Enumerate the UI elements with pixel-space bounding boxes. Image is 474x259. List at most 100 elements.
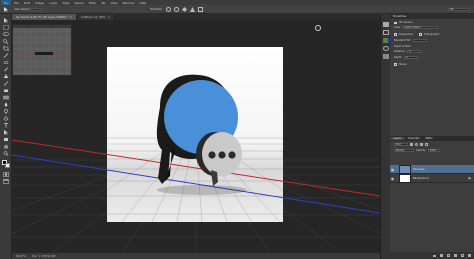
lasso-tool-icon[interactable] xyxy=(3,32,9,37)
history-brush-tool-icon[interactable] xyxy=(3,81,9,86)
orthographic-icon[interactable] xyxy=(418,33,422,36)
auto-select-label: Auto-Select: xyxy=(14,8,30,11)
rectangle-tool-icon[interactable] xyxy=(3,137,9,142)
styles-panel-icon[interactable] xyxy=(383,54,389,59)
gradient-tool-icon[interactable] xyxy=(3,95,9,100)
move-tool-icon[interactable] xyxy=(3,18,9,23)
adjustments-panel-icon[interactable] xyxy=(383,46,389,51)
new-group-icon[interactable] xyxy=(454,254,457,257)
3d-drag-icon[interactable] xyxy=(182,7,187,12)
layer-kind-dropdown[interactable]: Kind xyxy=(394,143,408,146)
trash-icon[interactable] xyxy=(468,254,471,257)
layer-thumbnail xyxy=(399,164,411,174)
history-panel-icon[interactable] xyxy=(383,22,389,27)
perspective-icon[interactable] xyxy=(394,33,397,36)
fov-dropdown[interactable] xyxy=(412,39,427,42)
quick-select-tool-icon[interactable] xyxy=(3,39,9,44)
link-layers-icon[interactable] xyxy=(433,254,436,257)
secondary-view-header[interactable] xyxy=(13,25,71,28)
eraser-tool-icon[interactable] xyxy=(3,88,9,93)
canvas-area[interactable] xyxy=(12,20,380,253)
menu-filter[interactable]: Filter xyxy=(89,1,96,5)
close-icon[interactable]: × xyxy=(108,16,110,19)
blend-mode-dropdown[interactable]: Normal xyxy=(394,149,414,152)
opacity-value: 100% xyxy=(429,149,437,152)
workspace-dropdown[interactable]: 3D xyxy=(448,8,470,11)
tab-layers[interactable]: Layers xyxy=(390,137,405,140)
3d-roll-icon[interactable] xyxy=(174,7,179,12)
crop-tool-icon[interactable] xyxy=(3,46,9,51)
depth-value: 0 xyxy=(406,56,408,59)
menu-window[interactable]: Window xyxy=(123,1,135,5)
eye-icon[interactable]: ◉ xyxy=(390,176,395,181)
menu-layer[interactable]: Layer xyxy=(49,1,57,5)
filter-pixel-icon[interactable] xyxy=(410,143,413,146)
3d-axis-widget-icon[interactable] xyxy=(315,25,321,31)
menu-image[interactable]: Image xyxy=(35,1,44,5)
marquee-tool-icon[interactable] xyxy=(3,25,9,30)
fx-icon[interactable] xyxy=(440,254,443,257)
zoom-tool-icon[interactable] xyxy=(3,151,9,156)
healing-brush-tool-icon[interactable] xyxy=(3,60,9,65)
close-icon[interactable]: × xyxy=(70,16,72,19)
menu-help[interactable]: Help xyxy=(139,1,146,5)
distance-value: 0 xyxy=(409,50,411,53)
menu-select[interactable]: Select xyxy=(75,1,84,5)
3d-mode-label: 3D Mode: xyxy=(150,8,163,11)
3d-rotate-icon[interactable] xyxy=(166,7,171,12)
right-panels: Properties 3D Camera View: Custom View 1… xyxy=(390,14,474,259)
perspective-label: Perspective xyxy=(399,33,413,36)
layer-filter-row: Kind xyxy=(394,143,428,146)
properties-panel-header[interactable]: Properties xyxy=(390,14,474,19)
menu-edit[interactable]: Edit xyxy=(24,1,30,5)
doc-info[interactable]: Doc: 1.37M/12.4M xyxy=(32,255,56,258)
type-tool-icon[interactable] xyxy=(3,123,9,128)
workspace-label: 3D xyxy=(450,8,454,11)
screen-mode-icon[interactable] xyxy=(3,179,9,184)
pen-tool-icon[interactable] xyxy=(3,116,9,121)
blur-tool-icon[interactable] xyxy=(3,102,9,107)
menu-3d[interactable]: 3D xyxy=(101,1,105,5)
3d-slide-icon[interactable] xyxy=(190,7,195,12)
3d-secondary-view[interactable] xyxy=(12,24,72,76)
orthographic-label: Orthographic xyxy=(423,33,440,36)
tab-paths[interactable]: Paths xyxy=(423,137,436,140)
tab-label: bg-3d.psd @ 66.7% (3D Layer, RGB/8) * xyxy=(16,15,68,19)
tab-channels[interactable]: Channels xyxy=(405,137,423,140)
opacity-field[interactable]: 100% xyxy=(427,149,440,152)
properties-panel-icon[interactable] xyxy=(383,30,389,35)
menu-type[interactable]: Type xyxy=(63,1,70,5)
view-label: View: xyxy=(394,26,401,29)
3d-scale-icon[interactable] xyxy=(198,7,203,12)
menu-file[interactable]: File xyxy=(14,1,19,5)
distance-field[interactable]: 0 xyxy=(407,50,422,53)
camera-icon xyxy=(394,21,397,24)
path-selection-tool-icon[interactable] xyxy=(3,130,9,135)
filter-type-icon[interactable] xyxy=(420,143,423,146)
view-dropdown[interactable]: Custom View 1 xyxy=(402,26,439,29)
stereo-checkbox[interactable] xyxy=(394,63,397,66)
depth-field[interactable]: 0 xyxy=(404,56,419,59)
swatches-panel-icon[interactable] xyxy=(383,38,389,43)
new-layer-icon[interactable] xyxy=(461,254,464,257)
layer-thumbnail xyxy=(399,173,411,183)
dodge-tool-icon[interactable] xyxy=(3,109,9,114)
filter-adjust-icon[interactable] xyxy=(415,143,418,146)
eyedropper-tool-icon[interactable] xyxy=(3,53,9,58)
hand-tool-icon[interactable] xyxy=(3,144,9,149)
mask-icon[interactable] xyxy=(447,254,450,257)
eye-icon[interactable]: ◉ xyxy=(390,167,395,172)
distance-label: Distance: xyxy=(394,50,406,53)
clone-stamp-tool-icon[interactable] xyxy=(3,74,9,79)
quick-mask-icon[interactable] xyxy=(3,172,9,177)
background-color-swatch[interactable] xyxy=(5,163,10,168)
filter-shape-icon[interactable] xyxy=(425,143,428,146)
zoom-level[interactable]: 66.67% xyxy=(16,255,26,258)
auto-select-dropdown[interactable] xyxy=(30,8,42,11)
brush-tool-icon[interactable] xyxy=(3,67,9,72)
menu-view[interactable]: View xyxy=(110,1,117,5)
move-tool-icon[interactable] xyxy=(3,7,9,12)
layer-background[interactable]: ◉ Background ▣ xyxy=(390,173,474,183)
secondary-view-grid xyxy=(13,25,71,75)
fov-row: Standard FOV xyxy=(394,39,427,42)
